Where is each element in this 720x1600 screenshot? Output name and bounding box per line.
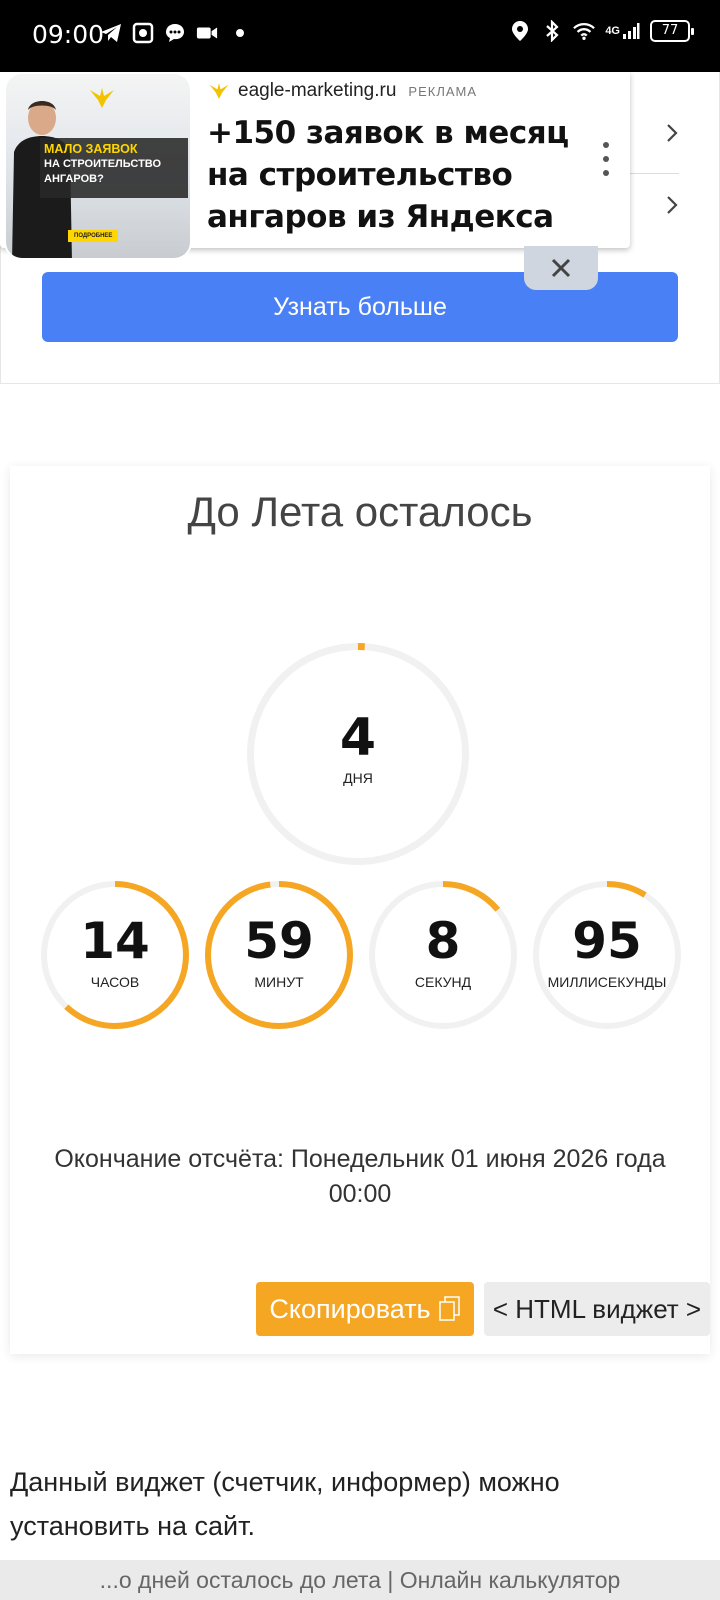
close-icon (551, 258, 571, 278)
bluetooth-icon (541, 20, 563, 42)
ad-image-line1: МАЛО ЗАЯВОК (44, 142, 138, 156)
milliseconds-label: МИЛЛИСЕКУНДЫ (547, 974, 667, 990)
days-counter: 4 ДНЯ (246, 642, 470, 866)
eagle-logo-icon (209, 83, 229, 99)
chevron-right-icon (665, 194, 679, 221)
widget-description: Данный виджет (счетчик, информер) можно … (10, 1467, 560, 1541)
ad-banner[interactable]: МАЛО ЗАЯВОК НА СТРОИТЕЛЬСТВО АНГАРОВ? ПО… (0, 72, 630, 258)
minutes-counter: 59 МИНУТ (204, 880, 354, 1030)
video-icon (196, 22, 218, 44)
countdown-end-date: Окончание отсчёта: Понедельник 01 июня 2… (10, 1142, 710, 1212)
chevron-right-icon (665, 122, 679, 149)
hours-label: ЧАСОВ (90, 974, 140, 990)
ad-close-button[interactable] (524, 246, 598, 290)
seconds-value: 8 (425, 912, 461, 970)
countdown-title: До Лета осталось (187, 488, 533, 535)
hours-counter: 14 ЧАСОВ (40, 880, 190, 1030)
chat-icon (164, 22, 186, 44)
end-time-line: 00:00 (328, 1180, 392, 1208)
network-type: 4G (605, 25, 620, 37)
html-widget-button[interactable]: < HTML виджет > (484, 1282, 710, 1336)
ad-label: РЕКЛАМА (408, 83, 478, 99)
status-system-icons: 4G 77 (509, 20, 694, 42)
status-notifications (100, 22, 244, 44)
ad-image-more-button[interactable]: ПОДРОБНЕЕ (68, 230, 119, 242)
ad-title[interactable]: +150 заявок в месяц на строительство анг… (207, 112, 587, 238)
ad-image-banner: МАЛО ЗАЯВОК НА СТРОИТЕЛЬСТВО АНГАРОВ? (40, 138, 188, 198)
status-time: 09:00 (32, 20, 105, 49)
seconds-counter: 8 СЕКУНД (368, 880, 518, 1030)
hours-value: 14 (80, 912, 150, 970)
status-bar: 09:00 4G 77 (0, 0, 720, 72)
dot-icon (236, 29, 244, 37)
ad-image-line2: НА СТРОИТЕЛЬСТВО АНГАРОВ? (44, 158, 162, 185)
days-label: ДНЯ (343, 770, 373, 786)
location-icon (509, 20, 531, 42)
days-value: 4 (339, 708, 377, 768)
copy-icon (438, 1296, 460, 1321)
copy-button-label: Скопировать (269, 1293, 431, 1324)
countdown-widget: До Лета осталось 4 ДНЯ 14 ЧАСОВ 59 МИНУТ… (10, 466, 710, 1354)
telegram-icon (100, 22, 122, 44)
page-title-bar[interactable]: ...о дней осталось до лета | Онлайн каль… (0, 1560, 720, 1600)
copy-button[interactable]: Скопировать (256, 1282, 474, 1336)
ad-menu-icon[interactable] (596, 142, 616, 176)
gallery-icon (132, 22, 154, 44)
minutes-value: 59 (244, 912, 314, 970)
signal-icon: 4G (605, 20, 640, 42)
milliseconds-counter: 95 МИЛЛИСЕКУНДЫ (532, 880, 682, 1030)
minutes-label: МИНУТ (254, 974, 304, 990)
seconds-label: СЕКУНД (414, 974, 472, 990)
end-date-line: Окончание отсчёта: Понедельник 01 июня 2… (54, 1145, 666, 1173)
ad-domain-row: eagle-marketing.ru РЕКЛАМА (208, 80, 477, 102)
battery-icon: 77 (650, 20, 694, 42)
eagle-logo-icon (90, 88, 114, 108)
wifi-icon (573, 20, 596, 42)
ad-image[interactable]: МАЛО ЗАЯВОК НА СТРОИТЕЛЬСТВО АНГАРОВ? ПО… (6, 74, 190, 258)
ad-domain[interactable]: eagle-marketing.ru (238, 80, 396, 102)
milliseconds-value: 95 (572, 912, 642, 970)
